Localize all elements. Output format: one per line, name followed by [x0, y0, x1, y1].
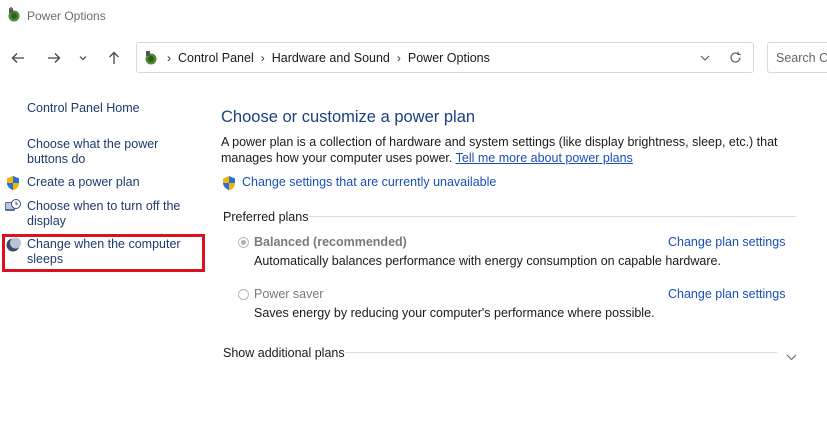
- title-bar: Power Options: [0, 0, 827, 32]
- search-input[interactable]: [767, 42, 827, 73]
- window-title: Power Options: [27, 9, 106, 23]
- address-bar[interactable]: › Control Panel › Hardware and Sound › P…: [136, 42, 754, 73]
- sidebar-item-label: Choose when to turn off the: [27, 199, 181, 213]
- breadcrumb-separator-icon: ›: [396, 50, 401, 65]
- sidebar-item-label: display: [27, 214, 66, 228]
- chevron-down-icon: [700, 55, 710, 61]
- sidebar-item-label: Choose what the power: [27, 137, 159, 151]
- address-dropdown-button[interactable]: [693, 55, 717, 61]
- uac-shield-icon: [221, 175, 237, 191]
- balanced-change-plan-settings-link[interactable]: Change plan settings: [668, 235, 785, 249]
- sidebar-item-label: buttons do: [27, 152, 86, 166]
- highlight-box: [2, 234, 205, 272]
- learn-more-link[interactable]: Tell me more about power plans: [456, 151, 633, 165]
- page-description: A power plan is a collection of hardware…: [221, 134, 811, 166]
- refresh-button[interactable]: [717, 51, 753, 64]
- breadcrumb-separator-icon: ›: [167, 50, 171, 65]
- control-panel-icon: [143, 50, 159, 66]
- uac-shield-icon: [5, 175, 21, 191]
- divider: [308, 216, 796, 217]
- breadcrumb-power-options[interactable]: Power Options: [408, 51, 490, 65]
- show-additional-plans-toggle[interactable]: Show additional plans: [223, 346, 345, 360]
- breadcrumb-control-panel[interactable]: Control Panel: [178, 51, 254, 65]
- change-unavailable-settings-link[interactable]: Change settings that are currently unava…: [242, 175, 496, 189]
- breadcrumb-hardware-and-sound[interactable]: Hardware and Sound: [272, 51, 390, 65]
- sidebar-item-power-buttons[interactable]: Choose what the power buttons do: [27, 137, 158, 167]
- expand-additional-plans-button[interactable]: [786, 348, 797, 366]
- breadcrumb-separator-icon: ›: [260, 50, 265, 65]
- power-saver-plan-radio[interactable]: [238, 289, 249, 300]
- preferred-plans-label: Preferred plans: [223, 210, 309, 224]
- sidebar-item-turn-off-display[interactable]: Choose when to turn off the display: [27, 199, 180, 229]
- recent-locations-button[interactable]: [74, 47, 92, 69]
- display-clock-icon: [4, 198, 21, 214]
- refresh-icon: [729, 51, 741, 63]
- control-panel-home-link[interactable]: Control Panel Home: [27, 101, 140, 116]
- forward-arrow-icon: [48, 53, 61, 63]
- chevron-down-icon: [786, 354, 797, 361]
- sidebar-item-create-power-plan[interactable]: Create a power plan: [27, 175, 140, 190]
- balanced-plan-description: Automatically balances performance with …: [254, 254, 721, 268]
- power-saver-plan-name: Power saver: [254, 287, 324, 301]
- back-button[interactable]: [7, 47, 29, 69]
- power-saver-change-plan-settings-link[interactable]: Change plan settings: [668, 287, 785, 301]
- power-options-icon: [6, 7, 22, 23]
- up-arrow-icon: [109, 51, 119, 64]
- balanced-plan-name: Balanced (recommended): [254, 235, 407, 249]
- divider: [345, 352, 777, 353]
- forward-button[interactable]: [43, 47, 65, 69]
- page-title: Choose or customize a power plan: [221, 108, 476, 126]
- balanced-plan-radio[interactable]: [238, 237, 249, 248]
- up-button[interactable]: [103, 47, 125, 69]
- back-arrow-icon: [11, 53, 24, 63]
- power-saver-plan-description: Saves energy by reducing your computer's…: [254, 306, 655, 320]
- chevron-down-icon: [79, 56, 87, 61]
